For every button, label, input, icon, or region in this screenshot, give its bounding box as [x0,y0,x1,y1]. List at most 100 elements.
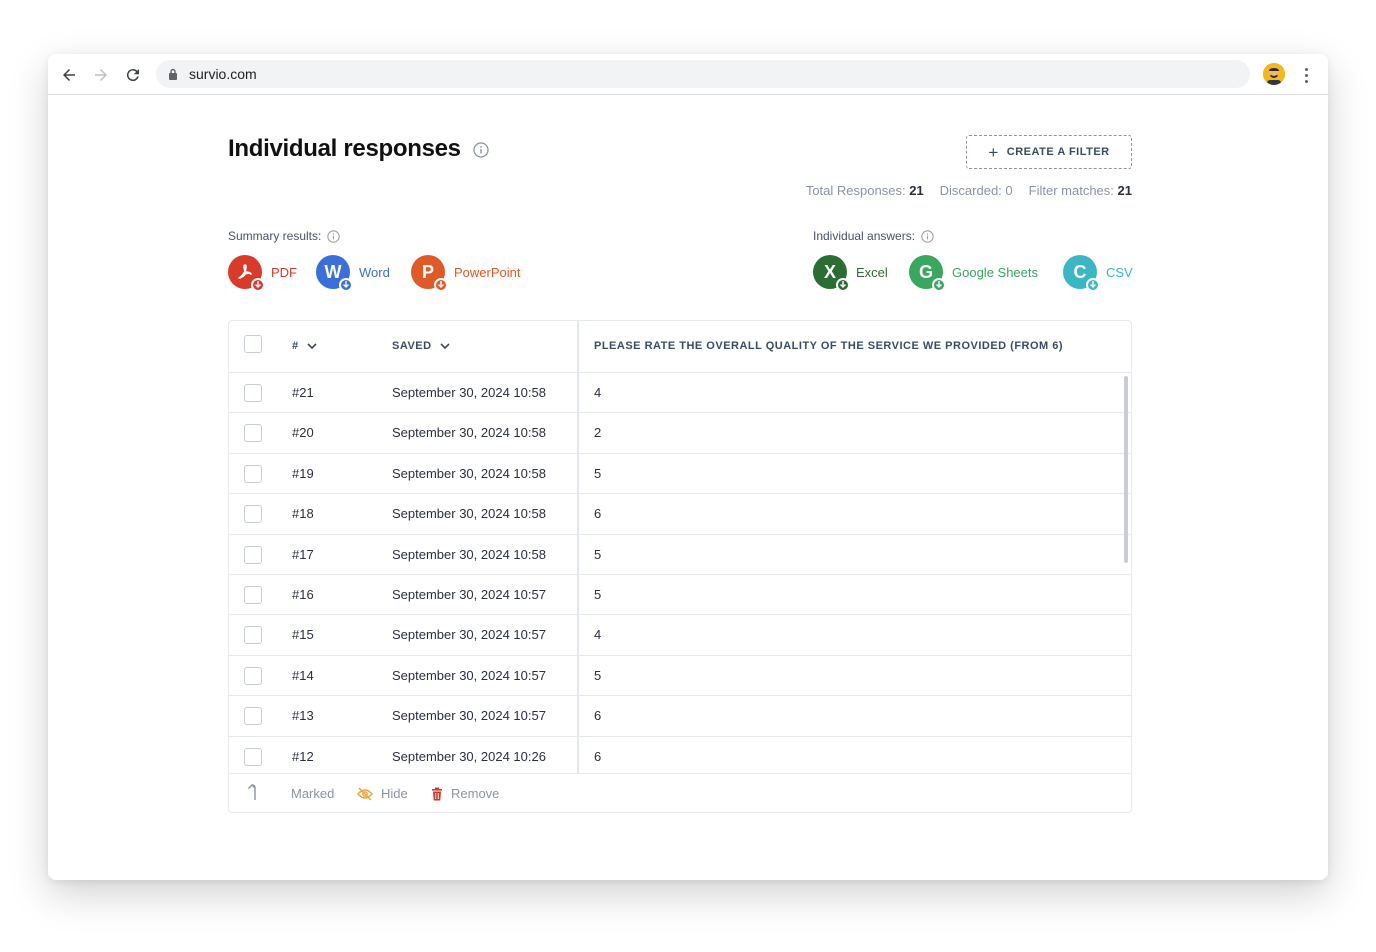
remove-button[interactable]: Remove [431,786,499,801]
create-filter-button[interactable]: + CREATE A FILTER [966,135,1132,169]
row-rating: 5 [594,465,602,481]
row-id[interactable]: #12 [292,749,314,764]
export-excel-button[interactable]: X Excel [813,255,888,292]
export-csv-button[interactable]: C CSV [1063,255,1133,292]
table-footer-actions: Marked Hide Remove [229,773,1131,812]
lock-icon [168,67,180,81]
table-row[interactable]: #18 September 30, 2024 10:58 6 [229,494,1131,535]
browser-window: survio.com Individual responses + CREATE… [48,54,1328,880]
export-word-button[interactable]: W Word [316,255,390,292]
powerpoint-icon: P [411,255,448,292]
google-sheets-icon: G [909,255,946,292]
address-bar[interactable]: survio.com [156,60,1250,88]
row-rating: 5 [594,546,602,562]
row-checkbox[interactable] [244,464,262,483]
hide-button[interactable]: Hide [357,786,408,801]
download-icon [932,278,946,292]
row-rating: 6 [594,748,602,764]
column-header-rating-question[interactable]: PLEASE RATE THE OVERALL QUALITY OF THE S… [594,340,1063,352]
row-id[interactable]: #14 [292,668,314,683]
row-checkbox[interactable] [244,626,262,645]
page-title: Individual responses [228,135,461,162]
browser-menu-button[interactable] [1298,64,1314,86]
row-checkbox[interactable] [244,747,262,766]
table-body: #21 September 30, 2024 10:58 4 #20 Septe… [229,373,1131,773]
select-all-checkbox[interactable] [244,335,262,353]
row-rating: 5 [594,587,602,602]
row-rating: 6 [594,506,602,522]
export-google-sheets-button[interactable]: G Google Sheets [909,255,1038,292]
word-icon: W [316,255,353,292]
info-icon[interactable] [921,229,934,243]
browser-toolbar: survio.com [48,54,1328,95]
csv-icon: C [1063,255,1100,292]
row-id[interactable]: #19 [292,466,314,481]
plus-icon: + [988,142,999,162]
row-rating: 4 [594,627,602,643]
table-row[interactable]: #19 September 30, 2024 10:58 5 [229,454,1131,495]
table-row[interactable]: #14 September 30, 2024 10:57 5 [229,656,1131,697]
row-id[interactable]: #20 [292,425,314,440]
row-id[interactable]: #18 [292,506,314,521]
pdf-icon [228,255,265,292]
eye-off-icon [357,787,373,800]
reload-icon [126,69,139,82]
excel-icon: X [813,255,850,292]
download-icon [251,278,265,292]
select-arrow-icon [247,783,261,801]
response-stats: Total Responses: 21 Discarded: 0 Filter … [806,183,1132,198]
summary-results-label: Summary results: [228,229,341,243]
table-scrollbar[interactable] [1124,376,1128,563]
row-checkbox[interactable] [244,384,262,402]
marked-button[interactable]: Marked [291,786,334,801]
table-row[interactable]: #17 September 30, 2024 10:58 5 [229,535,1131,575]
table-header: # SAVED PLEASE RATE THE OVERALL QUALITY … [229,321,1131,373]
row-saved: September 30, 2024 10:57 [392,587,546,602]
row-checkbox[interactable] [244,505,262,524]
row-rating: 4 [594,385,602,400]
row-saved: September 30, 2024 10:58 [392,506,546,522]
download-icon [434,278,448,292]
download-icon [1086,278,1100,292]
chevron-down-icon [307,343,317,349]
chevron-down-icon [440,343,450,349]
row-id[interactable]: #21 [292,385,314,400]
table-row[interactable]: #21 September 30, 2024 10:58 4 [229,373,1131,414]
reload-button[interactable] [122,64,144,86]
profile-avatar[interactable] [1263,63,1285,85]
row-checkbox[interactable] [244,545,262,564]
row-id[interactable]: #17 [292,547,314,562]
column-header-saved[interactable]: SAVED [392,340,450,352]
column-divider [577,321,579,773]
discarded-count: Discarded: 0 [939,183,1013,198]
table-row[interactable]: #13 September 30, 2024 10:57 6 [229,696,1131,737]
table-row[interactable]: #15 September 30, 2024 10:57 4 [229,615,1131,656]
row-checkbox[interactable] [244,707,262,726]
user-face-icon [1263,63,1285,85]
arrow-left-icon [63,69,75,81]
back-button[interactable] [58,64,80,86]
export-pdf-button[interactable]: PDF [228,255,297,292]
download-icon [339,278,353,292]
row-id[interactable]: #13 [292,708,314,723]
row-saved: September 30, 2024 10:58 [392,546,546,562]
row-rating: 6 [594,708,602,724]
table-row[interactable]: #12 September 30, 2024 10:26 6 [229,737,1131,777]
table-row[interactable]: #20 September 30, 2024 10:58 2 [229,413,1131,454]
info-icon[interactable] [327,229,341,243]
row-checkbox[interactable] [244,586,262,604]
row-checkbox[interactable] [244,424,262,443]
download-icon [836,278,850,292]
export-powerpoint-button[interactable]: P PowerPoint [411,255,520,292]
trash-icon [432,787,442,800]
filter-matches: Filter matches: 21 [1028,183,1132,198]
row-checkbox[interactable] [244,666,262,685]
table-row[interactable]: #16 September 30, 2024 10:57 5 [229,575,1131,616]
info-icon[interactable] [473,142,489,158]
column-header-id[interactable]: # [292,340,317,352]
row-saved: September 30, 2024 10:58 [392,425,546,441]
row-id[interactable]: #16 [292,587,314,602]
row-id[interactable]: #15 [292,627,314,642]
responses-table: # SAVED PLEASE RATE THE OVERALL QUALITY … [228,320,1132,813]
forward-button[interactable] [90,64,112,86]
